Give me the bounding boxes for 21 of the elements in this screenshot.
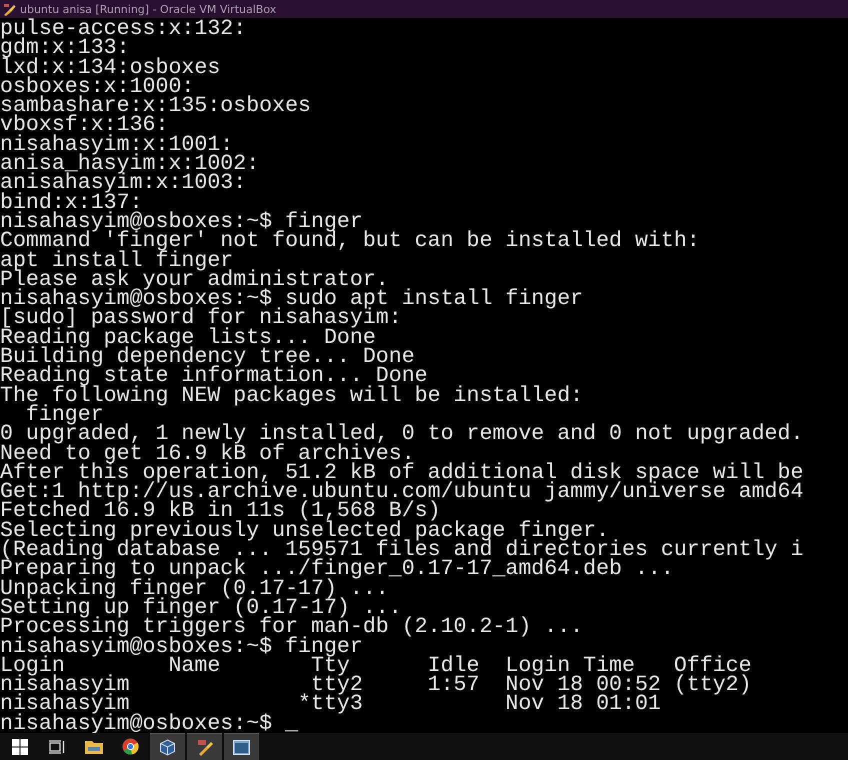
folder-icon [84, 739, 102, 754]
window-title: ubuntu anisa [Running] - Oracle VM VirtualBox [20, 2, 276, 16]
terminal-line: nisahasyim@osboxes:~$ finger [0, 638, 363, 657]
terminal-line: anisahasyim:x:1003: [0, 174, 246, 194]
tools-icon [196, 738, 214, 756]
task-view-icon [48, 740, 64, 754]
cube-icon [159, 738, 176, 756]
browser-icon [122, 738, 139, 755]
terminal-line: gdm:x:133: [0, 39, 130, 59]
terminal-line: Reading package lists... Done [0, 328, 376, 348]
windows-icon [12, 738, 28, 754]
terminal-line: nisahasyim@osboxes:~$ _ [0, 714, 298, 733]
terminal-line: finger [24, 406, 104, 426]
taskbar-button[interactable] [224, 733, 259, 760]
terminal-line: anisa_hasyim:x:1002: [0, 155, 260, 174]
app-icon [3, 2, 16, 16]
window-icon [233, 740, 250, 754]
terminal-line: Processing triggers for man-db (2.10.2-1) ... [0, 618, 584, 638]
terminal-line: nisahasyim:x:1001: [0, 136, 234, 156]
taskbar-button[interactable] [150, 733, 185, 760]
terminal-line: pulse-access:x:132: [0, 20, 246, 40]
